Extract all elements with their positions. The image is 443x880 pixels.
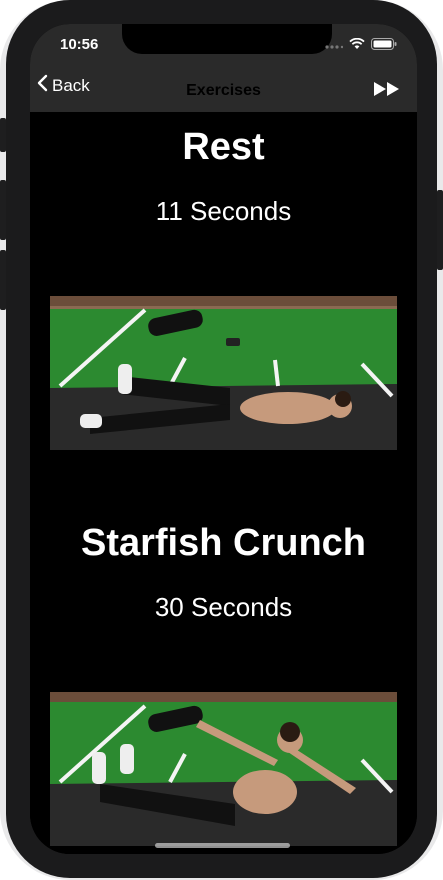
exercise-image xyxy=(50,692,397,846)
exercise-image xyxy=(50,296,397,450)
exercise-title: Starfish Crunch xyxy=(80,522,367,564)
power-button xyxy=(437,190,443,270)
status-icons xyxy=(325,37,397,55)
signal-icon xyxy=(325,37,344,55)
screen: 10:56 Back Exercises Rest 11 Seconds Sta… xyxy=(30,24,417,854)
notch xyxy=(122,24,332,54)
exercise-duration: 11 Seconds xyxy=(155,196,292,226)
exercise-list[interactable]: Rest 11 Seconds Starfish Crunch 30 Secon… xyxy=(30,112,417,854)
exercise-title: Rest xyxy=(182,126,265,168)
page-title: Exercises xyxy=(186,82,261,99)
exercise-duration: 30 Seconds xyxy=(154,592,293,622)
status-bar: 10:56 xyxy=(30,24,417,62)
home-indicator[interactable] xyxy=(155,843,290,848)
skip-forward-button[interactable] xyxy=(373,81,401,102)
fast-forward-icon xyxy=(373,82,401,101)
status-time: 10:56 xyxy=(60,36,99,53)
navigation-bar: Back Exercises xyxy=(30,62,417,112)
battery-icon xyxy=(371,37,397,55)
wifi-icon xyxy=(349,37,365,55)
